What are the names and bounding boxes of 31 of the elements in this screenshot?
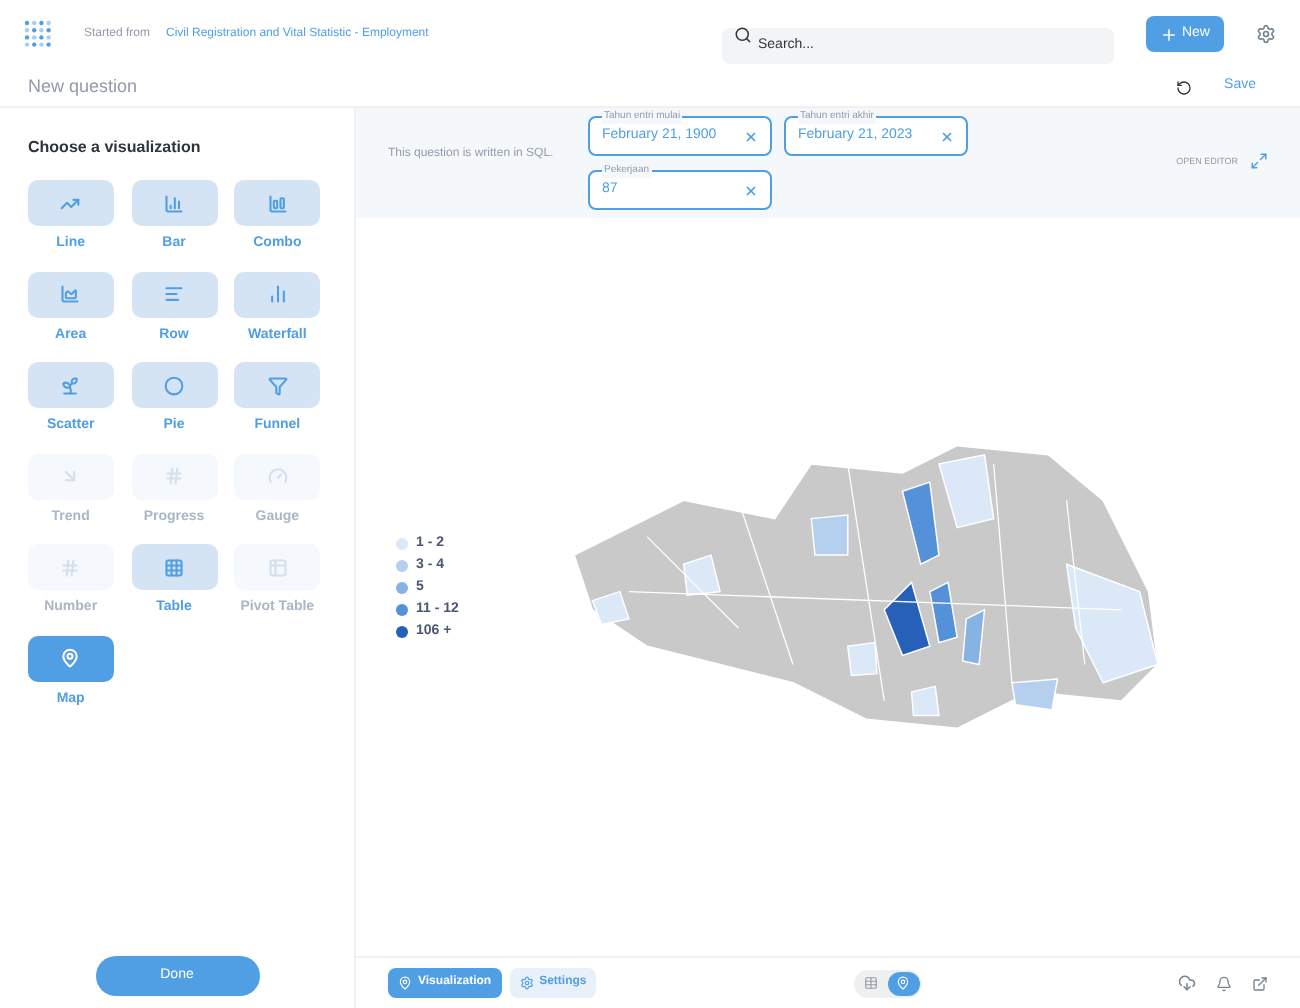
combo-chart-icon bbox=[267, 193, 288, 213]
clear-icon[interactable] bbox=[744, 183, 758, 197]
waterfall-chart-icon bbox=[267, 284, 288, 304]
area-chart-icon bbox=[60, 284, 81, 304]
question-title: New question bbox=[28, 73, 138, 100]
settings-icon[interactable] bbox=[1256, 24, 1276, 44]
expand-icon[interactable] bbox=[1250, 152, 1268, 170]
share-icon[interactable] bbox=[1252, 975, 1268, 991]
table-chart-icon bbox=[164, 557, 184, 577]
bell-icon[interactable] bbox=[1216, 975, 1232, 991]
pie-chart-icon bbox=[164, 375, 184, 395]
panel-title: Choose a visualization bbox=[28, 136, 203, 160]
gauge-chart-icon bbox=[267, 466, 288, 486]
search-icon bbox=[733, 25, 752, 43]
pin-icon bbox=[896, 976, 911, 990]
gear-icon bbox=[519, 976, 534, 990]
pivot-chart-icon bbox=[267, 557, 288, 577]
clear-icon[interactable] bbox=[744, 129, 758, 143]
row-chart-icon bbox=[164, 284, 184, 304]
line-chart-icon bbox=[60, 193, 81, 213]
plus-icon bbox=[1159, 25, 1178, 43]
map-chart-icon bbox=[60, 648, 81, 668]
download-icon[interactable] bbox=[1178, 974, 1196, 992]
map-view-toggle[interactable] bbox=[887, 971, 920, 995]
bar-chart-icon bbox=[164, 193, 184, 213]
revert-icon[interactable] bbox=[1176, 79, 1193, 95]
table-icon bbox=[864, 976, 879, 990]
clear-icon[interactable] bbox=[940, 129, 954, 143]
pin-icon bbox=[398, 976, 412, 990]
funnel-chart-icon bbox=[267, 375, 288, 395]
logo-icon[interactable] bbox=[24, 20, 52, 48]
